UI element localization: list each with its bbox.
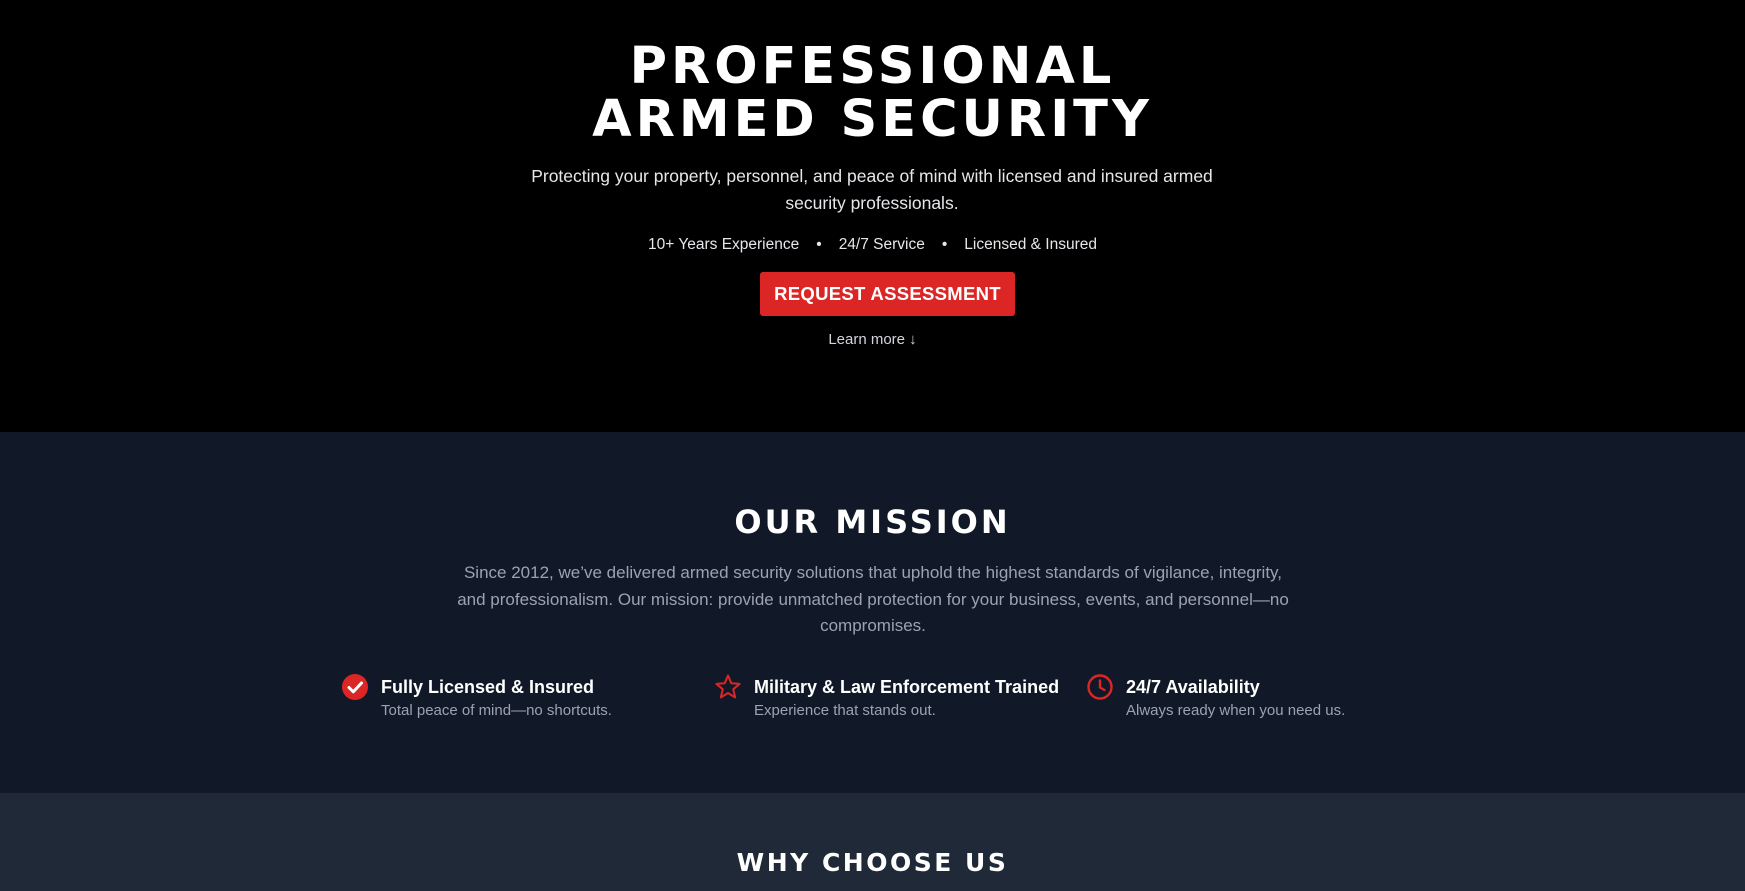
feature-desc: Experience that stands out. [754,702,936,719]
learn-more-label: Learn more ↓ [828,331,917,348]
star-icon [715,674,741,699]
feature-trained: Military & Law Enforcement Trained Exper… [714,673,1059,733]
check-circle-icon [342,674,368,700]
hero-section: PROFESSIONAL ARMED SECURITY Protecting y… [0,0,1745,432]
badge-separator: • [816,236,822,253]
feature-desc: Total peace of mind—no shortcuts. [381,702,612,719]
why-section: WHY CHOOSE US [0,793,1745,891]
feature-desc: Always ready when you need us. [1126,702,1346,719]
badge-licensed: Licensed & Insured [964,236,1097,253]
mission-title: OUR MISSION [734,503,1011,541]
mission-section: OUR MISSION Since 2012, we’ve delivered … [0,432,1745,793]
hero-title: PROFESSIONAL ARMED SECURITY [0,40,1745,146]
feature-title: 24/7 Availability [1126,677,1260,697]
badge-experience: 10+ Years Experience [648,236,800,253]
feature-title: Military & Law Enforcement Trained [754,677,1060,697]
learn-more-link[interactable]: Learn more ↓ [0,330,1745,350]
clock-icon [1087,674,1113,700]
request-assessment-button[interactable]: REQUEST ASSESSMENT [760,272,1015,316]
feature-title: Fully Licensed & Insured [381,677,595,697]
hero-title-line2: ARMED SECURITY [592,90,1153,149]
feature-licensed: Fully Licensed & Insured Total peace of … [341,673,681,733]
badge-separator: • [941,236,948,253]
why-title: WHY CHOOSE US [736,848,1009,877]
hero-badges: 10+ Years Experience • 24/7 Service • Licens… [0,234,1745,256]
mission-text: Since 2012, we’ve delivered armed securi… [457,563,1289,635]
feature-availability: 24/7 Availability Always ready when you … [1086,673,1426,733]
badge-service: 24/7 Service [838,236,925,253]
hero-subtitle: Protecting your property, personnel, and… [531,166,1213,213]
hero-title-line1: PROFESSIONAL [629,37,1116,96]
